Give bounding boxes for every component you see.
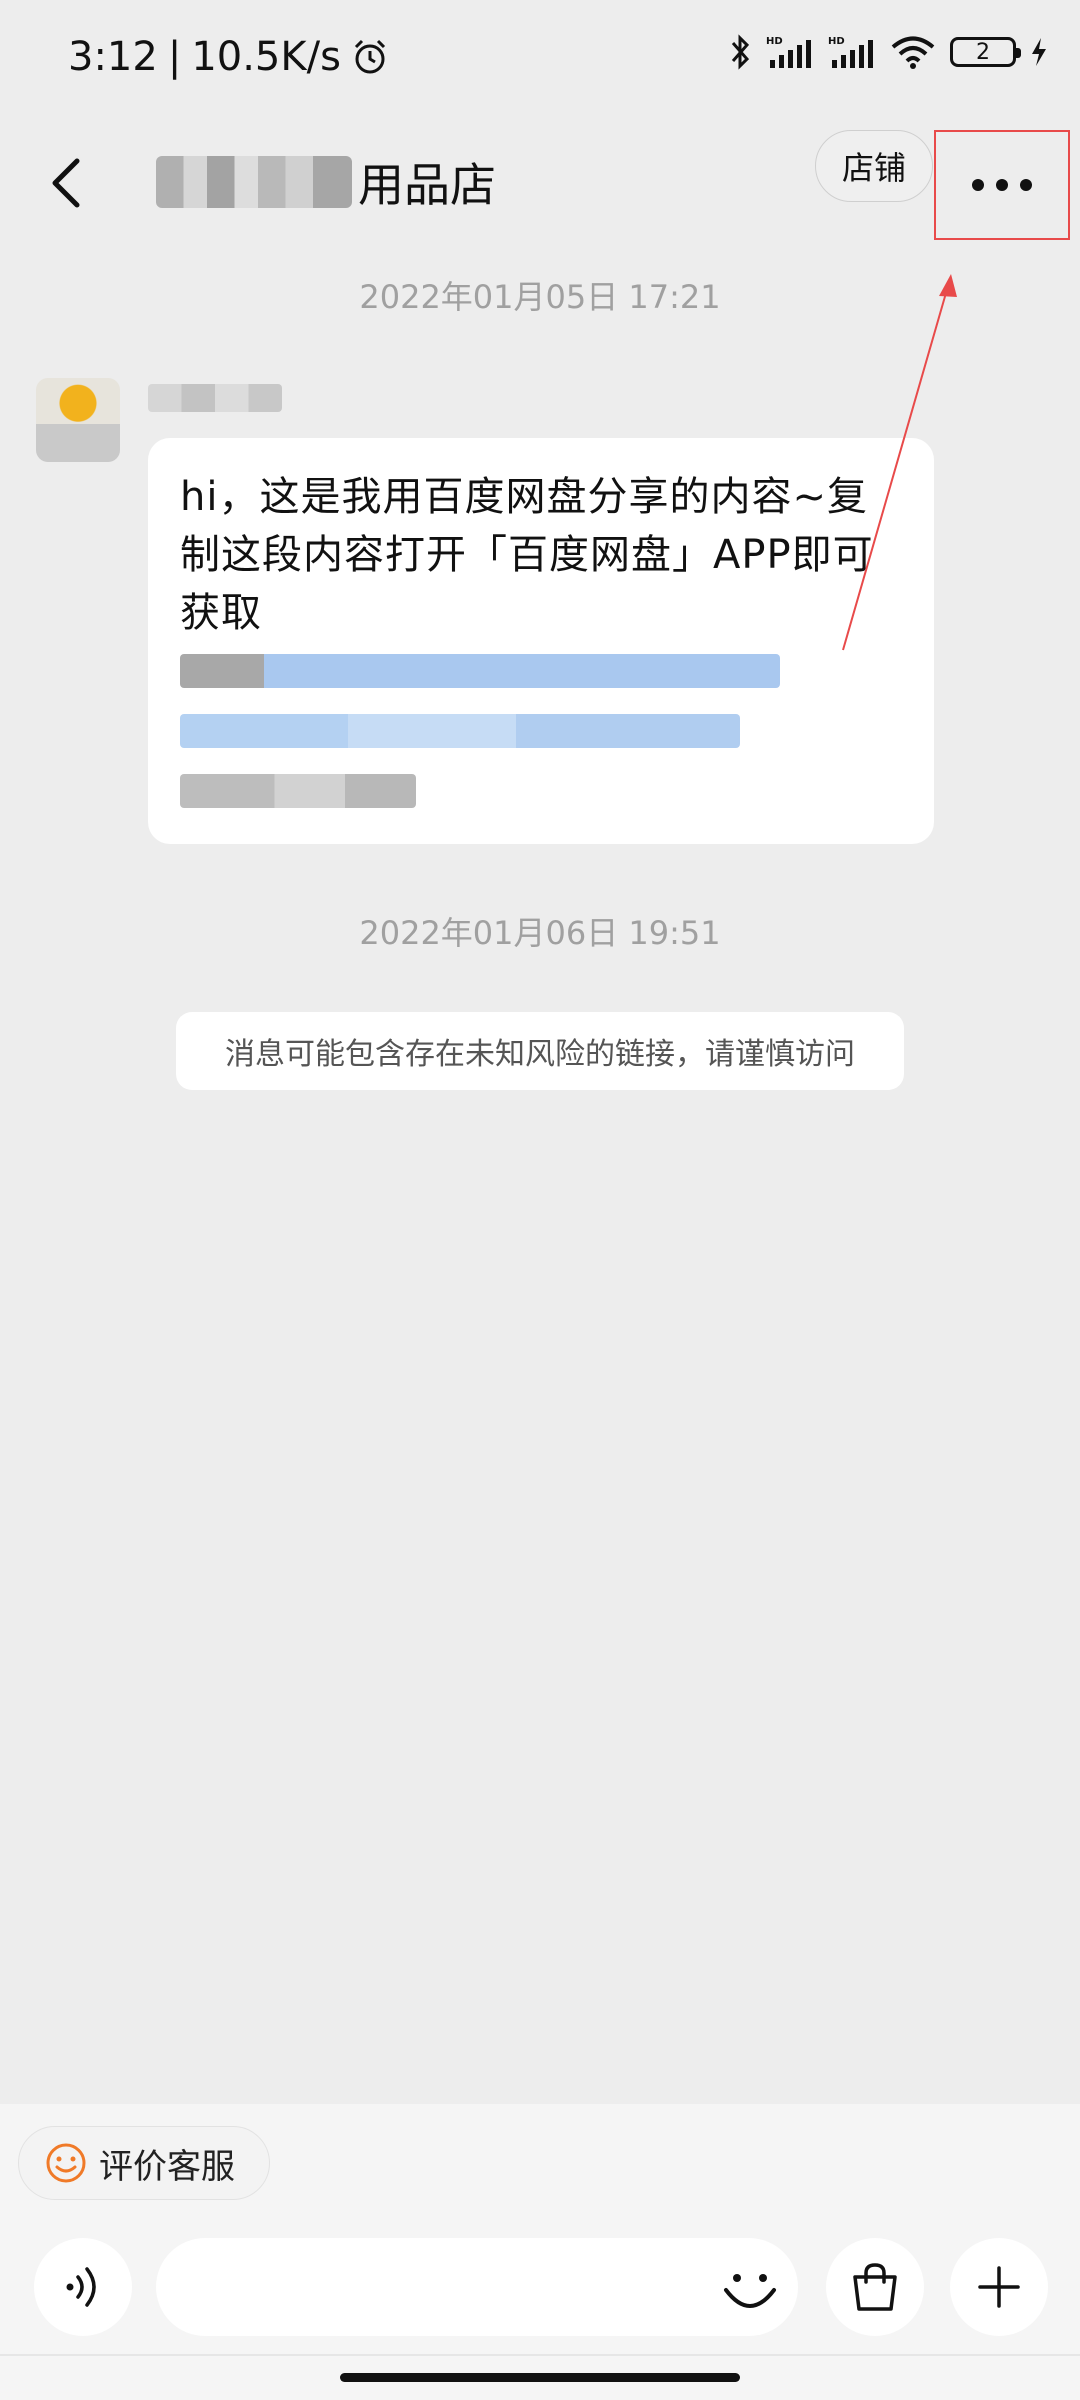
avatar[interactable]: [36, 378, 120, 462]
network-speed: 10.5K/s: [191, 34, 341, 80]
message-input[interactable]: [156, 2238, 798, 2336]
voice-icon: [66, 2267, 96, 2307]
store-name: 用品店: [358, 158, 496, 212]
status-bar: 3:12 | 10.5K/s HD HD 2: [0, 0, 1080, 118]
store-name-blurred: [156, 156, 352, 208]
risk-notice: 消息可能包含存在未知风险的链接，请谨慎访问: [176, 1012, 904, 1090]
sender-name-blurred: [148, 384, 282, 412]
message-bubble[interactable]: hi，这是我用百度网盘分享的内容~复制这段内容打开「百度网盘」APP即可获取: [148, 438, 934, 844]
message-timestamp-2: 2022年01月06日 19:51: [359, 914, 721, 952]
signal-icon-2: HD: [828, 34, 876, 70]
emoji-button[interactable]: [720, 2258, 780, 2318]
more-button[interactable]: [934, 130, 1070, 240]
back-button[interactable]: [38, 138, 94, 228]
shopping-bag-icon: [853, 2263, 897, 2311]
store-title: 用品店: [156, 142, 496, 222]
message-timestamp: 2022年01月05日 17:21: [359, 278, 721, 316]
charging-icon: [1030, 37, 1048, 67]
divider: [0, 2354, 1080, 2356]
chat-header: 用品店 店铺: [0, 118, 1080, 282]
status-separator: |: [167, 34, 182, 80]
rate-service-button[interactable]: 评价客服: [18, 2126, 270, 2200]
link-line: [180, 714, 740, 748]
status-time: 3:12: [68, 34, 158, 80]
status-right: HD HD 2: [730, 34, 1048, 70]
product-button[interactable]: [826, 2238, 924, 2336]
rate-service-label: 评价客服: [99, 2146, 235, 2187]
signal-icon: HD: [766, 34, 814, 70]
shop-button[interactable]: 店铺: [815, 130, 933, 202]
link-line: [180, 774, 416, 808]
plus-icon: [978, 2266, 1020, 2308]
back-arrow-icon: [52, 158, 80, 208]
alarm-icon: [351, 38, 389, 76]
plus-button[interactable]: [950, 2238, 1048, 2336]
share-link-blurred[interactable]: [180, 654, 902, 808]
bluetooth-icon: [730, 34, 752, 70]
battery-indicator: 2: [950, 37, 1021, 67]
svg-text:HD: HD: [766, 36, 783, 47]
emoji-icon: [724, 2274, 776, 2308]
message-text: hi，这是我用百度网盘分享的内容~复制这段内容打开「百度网盘」APP即可获取: [180, 474, 874, 636]
status-left: 3:12 | 10.5K/s: [68, 34, 389, 80]
voice-button[interactable]: [34, 2238, 132, 2336]
home-indicator[interactable]: [340, 2373, 740, 2382]
input-row: [0, 2234, 1080, 2344]
more-icon: [972, 179, 1032, 191]
battery-level: 2: [976, 39, 990, 65]
wifi-icon: [890, 34, 936, 70]
smiley-icon: [46, 2143, 86, 2183]
link-line: [180, 654, 780, 688]
svg-text:HD: HD: [828, 36, 845, 47]
